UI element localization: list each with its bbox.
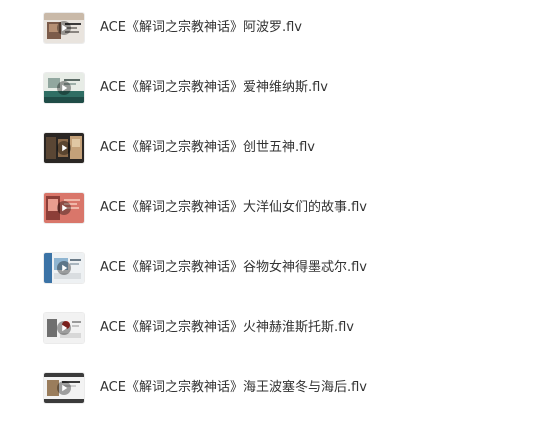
file-list: ACE《解词之宗教神话》阿波罗.flv ACE《解词之宗教神话》爱神维纳斯.fl… xyxy=(0,0,553,424)
file-row[interactable]: ACE《解词之宗教神话》火神赫淮斯托斯.flv xyxy=(0,300,553,360)
file-row[interactable]: ACE《解词之宗教神话》阿波罗.flv xyxy=(0,0,553,60)
video-thumbnail[interactable] xyxy=(44,253,84,283)
video-thumbnail[interactable] xyxy=(44,133,84,163)
file-row[interactable]: ACE《解词之宗教神话》爱神维纳斯.flv xyxy=(0,60,553,120)
play-icon xyxy=(57,141,71,155)
video-thumbnail[interactable] xyxy=(44,313,84,343)
file-name[interactable]: ACE《解词之宗教神话》谷物女神得墨忒尔.flv xyxy=(100,259,367,277)
file-name[interactable]: ACE《解词之宗教神话》爱神维纳斯.flv xyxy=(100,79,328,97)
file-name[interactable]: ACE《解词之宗教神话》海王波塞冬与海后.flv xyxy=(100,379,367,397)
file-name[interactable]: ACE《解词之宗教神话》火神赫淮斯托斯.flv xyxy=(100,319,354,337)
play-icon xyxy=(57,381,71,395)
video-thumbnail[interactable] xyxy=(44,193,84,223)
file-name[interactable]: ACE《解词之宗教神话》大洋仙女们的故事.flv xyxy=(100,199,367,217)
file-name[interactable]: ACE《解词之宗教神话》阿波罗.flv xyxy=(100,19,302,37)
video-thumbnail[interactable] xyxy=(44,373,84,403)
video-thumbnail[interactable] xyxy=(44,13,84,43)
file-row[interactable]: ACE《解词之宗教神话》创世五神.flv xyxy=(0,120,553,180)
file-row[interactable]: ACE《解词之宗教神话》海王波塞冬与海后.flv xyxy=(0,360,553,420)
play-icon xyxy=(57,21,71,35)
file-name[interactable]: ACE《解词之宗教神话》创世五神.flv xyxy=(100,139,315,157)
video-thumbnail[interactable] xyxy=(44,73,84,103)
play-icon xyxy=(57,261,71,275)
play-icon xyxy=(57,81,71,95)
file-row[interactable]: ACE《解词之宗教神话》谷物女神得墨忒尔.flv xyxy=(0,240,553,300)
play-icon xyxy=(57,321,71,335)
play-icon xyxy=(57,201,71,215)
file-row[interactable]: ACE《解词之宗教神话》大洋仙女们的故事.flv xyxy=(0,180,553,240)
